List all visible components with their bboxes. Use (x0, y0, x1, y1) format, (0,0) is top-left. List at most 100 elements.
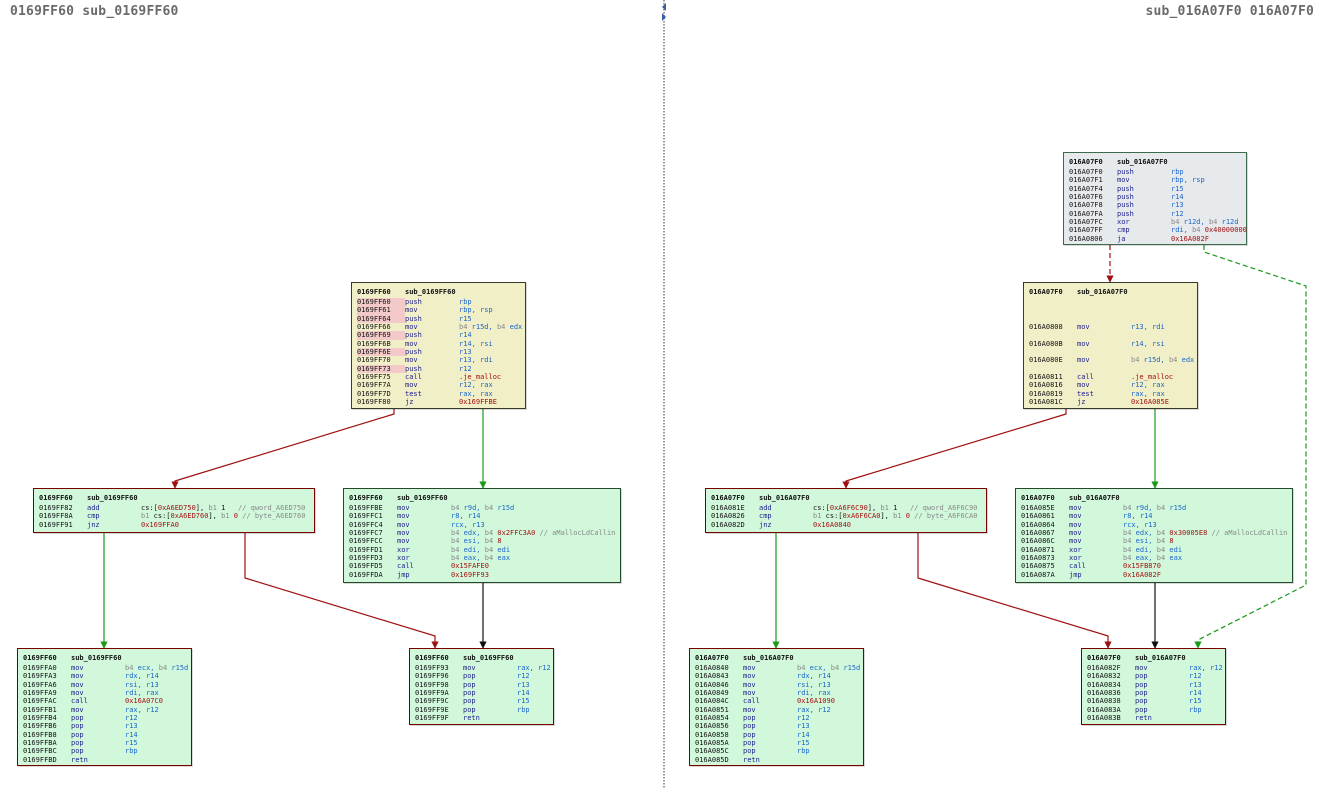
instruction-row[interactable]: 016A07FC xor b4 r12d, b4 r12d (1069, 218, 1246, 226)
instruction-row[interactable]: 0169FF60 push rbp (357, 298, 472, 307)
instruction-row[interactable]: 0169FFC4 mov rcx, r13 (349, 521, 620, 529)
instruction-row[interactable]: 0169FFC1 mov r8, r14 (349, 512, 620, 520)
instruction-row[interactable]: 016A07F6 push r14 (1069, 193, 1246, 201)
instruction-row[interactable]: 016A0832 pop r12 (1087, 672, 1225, 680)
instruction-row[interactable]: 0169FFDA jmp 0x169FF93 (349, 571, 620, 579)
instruction-row[interactable]: 0169FFBC pop rbp (23, 747, 191, 755)
instruction-row[interactable]: 016A0843 mov rdx, r14 (695, 672, 863, 680)
instruction-row[interactable]: 016A080E mov b4 r15d, b4 edx (1029, 356, 1197, 364)
instruction-row[interactable]: 0169FFBD retn (23, 756, 191, 764)
instruction-row[interactable] (1029, 348, 1197, 356)
instruction-row[interactable]: 0169FFD5 call 0x15FAFE0 (349, 562, 620, 570)
instruction-row[interactable]: 016A0849 mov rdi, rax (695, 689, 863, 697)
instruction-row[interactable]: 0169FF69 push r14 (357, 331, 472, 340)
instruction-row[interactable]: 016A0851 mov rax, r12 (695, 706, 863, 714)
instruction-row[interactable]: 016A07F8 push r13 (1069, 201, 1246, 209)
instruction-row[interactable]: 0169FF7D test rax, rax (357, 390, 525, 398)
instruction-row[interactable]: 016A085A pop r15 (695, 739, 863, 747)
instruction-row[interactable]: 016A0811 call .je_malloc (1029, 373, 1197, 381)
instruction-row[interactable]: 016A0826 cmp b1 cs:[0xA6F6CA0], b1 0 // by… (711, 512, 986, 520)
instruction-row[interactable]: 016A081E add cs:[0xA6F6C90], b1 1 // qword… (711, 504, 986, 512)
instruction-row[interactable]: 016A0864 mov rcx, r13 (1021, 521, 1292, 529)
instruction-row[interactable]: 0169FFA0 mov b4 ecx, b4 r15d (23, 664, 191, 672)
basic-block-size-check[interactable]: 016A07F0 sub_016A07F0 016A07F0 push rbp 016A… (1063, 152, 1247, 245)
instruction-row[interactable]: 016A07F0 push rbp (1069, 168, 1246, 176)
instruction-row[interactable]: 0169FFBA pop r15 (23, 739, 191, 747)
instruction-row[interactable]: 016A087A jmp 0x16A082F (1021, 571, 1292, 579)
instruction-row[interactable]: 0169FFB1 mov rax, r12 (23, 706, 191, 714)
instruction-row[interactable]: 016A0858 pop r14 (695, 731, 863, 739)
instruction-row[interactable]: 016A0873 xor b4 eax, b4 eax (1021, 554, 1292, 562)
instruction-row[interactable]: 0169FFCC mov b4 esi, b4 8 (349, 537, 620, 545)
instruction-row[interactable]: 016A084C call 0x16A1090 (695, 697, 863, 705)
instruction-row[interactable]: 016A07F1 mov rbp, rsp (1069, 176, 1246, 184)
instruction-row[interactable]: 016A0816 mov r12, rax (1029, 381, 1197, 389)
instruction-row[interactable]: 016A0854 pop r12 (695, 714, 863, 722)
instruction-row[interactable]: 016A083B retn (1087, 714, 1225, 722)
basic-block-error[interactable]: 0169FF60 sub_0169FF60 0169FFBE mov b4 r9d, … (343, 488, 621, 583)
instruction-row[interactable]: 016A07F4 push r15 (1069, 185, 1246, 193)
instruction-row[interactable]: 0169FFD1 xor b4 edi, b4 edi (349, 546, 620, 554)
instruction-row[interactable] (1029, 315, 1197, 323)
basic-block-check[interactable]: 0169FF60 sub_0169FF60 0169FF82 add cs:[0xA6… (33, 488, 315, 533)
right-graph-pane[interactable]: sub_016A07F0 016A07F0 016A07F0 sub_016A07… (668, 0, 1326, 789)
instruction-row[interactable]: 0169FF91 jnz 0x169FFA0 (39, 521, 314, 529)
instruction-row[interactable]: 0169FFB6 pop r13 (23, 722, 191, 730)
instruction-row[interactable]: 0169FF66 mov b4 r15d, b4 edx (357, 323, 525, 331)
splitter-arrows-icon[interactable] (660, 2, 668, 22)
instruction-row[interactable]: 016A0867 mov b4 edx, b4 0x30005E8 // aMall… (1021, 529, 1292, 537)
instruction-row[interactable]: 0169FF82 add cs:[0xA6ED750], b1 1 // qword… (39, 504, 314, 512)
instruction-row[interactable]: 016A0856 pop r13 (695, 722, 863, 730)
instruction-row[interactable]: 0169FF61 mov rbp, rsp (357, 306, 493, 315)
instruction-row[interactable]: 016A081C jz 0x16A085E (1029, 398, 1197, 406)
instruction-row[interactable]: 016A085C pop rbp (695, 747, 863, 755)
instruction-row[interactable]: 0169FF9C pop r15 (415, 697, 553, 705)
instruction-row[interactable]: 0169FFBE mov b4 r9d, b4 r15d (349, 504, 620, 512)
basic-block-hook-call[interactable]: 0169FF60 sub_0169FF60 0169FFA0 mov b4 ecx, … (17, 648, 192, 766)
instruction-row[interactable]: 0169FFB4 pop r12 (23, 714, 191, 722)
basic-block-entry[interactable]: 016A07F0 sub_016A07F0 016A0808 mov r13, rdi… (1023, 282, 1198, 409)
left-graph-pane[interactable]: 0169FF60 sub_0169FF60 0169FF60 sub_0169FF… (0, 0, 660, 789)
instruction-row[interactable]: 016A0834 pop r13 (1087, 681, 1225, 689)
instruction-row[interactable]: 016A0808 mov r13, rdi (1029, 323, 1197, 331)
instruction-row[interactable]: 0169FF7A mov r12, rax (357, 381, 525, 389)
instruction-row[interactable]: 0169FF9F retn (415, 714, 553, 722)
basic-block-check[interactable]: 016A07F0 sub_016A07F0 016A081E add cs:[0xA6… (705, 488, 987, 533)
basic-block-error[interactable]: 016A07F0 sub_016A07F0 016A085E mov b4 r9d, … (1015, 488, 1293, 583)
instruction-row[interactable]: 0169FFA9 mov rdi, rax (23, 689, 191, 697)
instruction-row[interactable]: 0169FFA3 mov rdx, r14 (23, 672, 191, 680)
instruction-row[interactable]: 016A0838 pop r15 (1087, 697, 1225, 705)
instruction-row[interactable]: 016A07FF cmp rdi, b4 0x40000000 (1069, 226, 1247, 234)
instruction-row[interactable]: 016A0836 pop r14 (1087, 689, 1225, 697)
instruction-row[interactable]: 0169FF9A pop r14 (415, 689, 553, 697)
instruction-row[interactable]: 0169FFB8 pop r14 (23, 731, 191, 739)
instruction-row[interactable]: 016A0840 mov b4 ecx, b4 r15d (695, 664, 863, 672)
basic-block-epilogue[interactable]: 0169FF60 sub_0169FF60 0169FF93 mov rax, r12… (409, 648, 554, 725)
instruction-row[interactable]: 0169FF64 push r15 (357, 314, 472, 324)
instruction-row[interactable]: 016A082F mov rax, r12 (1087, 664, 1225, 672)
instruction-row[interactable]: 0169FF6B mov r14, rsi (357, 340, 525, 348)
basic-block-epilogue[interactable]: 016A07F0 sub_016A07F0 016A082F mov rax, r12… (1081, 648, 1226, 725)
instruction-row[interactable]: 016A086C mov b4 esi, b4 8 (1021, 537, 1292, 545)
instruction-row[interactable] (1029, 331, 1197, 339)
instruction-row[interactable]: 0169FF93 mov rax, r12 (415, 664, 553, 672)
instruction-row[interactable]: 016A0875 call 0x15FB870 (1021, 562, 1292, 570)
instruction-row[interactable]: 0169FF9E pop rbp (415, 706, 553, 714)
instruction-row[interactable]: 016A083A pop rbp (1087, 706, 1225, 714)
instruction-row[interactable]: 0169FF96 pop r12 (415, 672, 553, 680)
instruction-row[interactable] (1029, 298, 1197, 306)
instruction-row[interactable]: 0169FF6E push r13 (357, 348, 472, 357)
instruction-row[interactable]: 016A082D jnz 0x16A0840 (711, 521, 986, 529)
instruction-row[interactable]: 016A0819 test rax, rax (1029, 390, 1197, 398)
instruction-row[interactable]: 016A07FA push r12 (1069, 210, 1246, 218)
instruction-row[interactable] (1029, 306, 1197, 314)
instruction-row[interactable]: 0169FFC7 mov b4 edx, b4 0x2FFC3A0 // aMall… (349, 529, 620, 537)
basic-block-hook-call[interactable]: 016A07F0 sub_016A07F0 016A0840 mov b4 ecx, … (689, 648, 864, 766)
instruction-row[interactable]: 016A085D retn (695, 756, 863, 764)
instruction-row[interactable]: 0169FF75 call .je_malloc (357, 373, 525, 381)
instruction-row[interactable]: 0169FF8A cmp b1 cs:[0xA6ED760], b1 0 // by… (39, 512, 314, 520)
instruction-row[interactable]: 0169FF98 pop r13 (415, 681, 553, 689)
basic-block-entry[interactable]: 0169FF60 sub_0169FF60 0169FF60 push rbp 0169… (351, 282, 526, 409)
instruction-row[interactable]: 016A085E mov b4 r9d, b4 r15d (1021, 504, 1292, 512)
instruction-row[interactable]: 0169FF73 push r12 (357, 364, 472, 374)
